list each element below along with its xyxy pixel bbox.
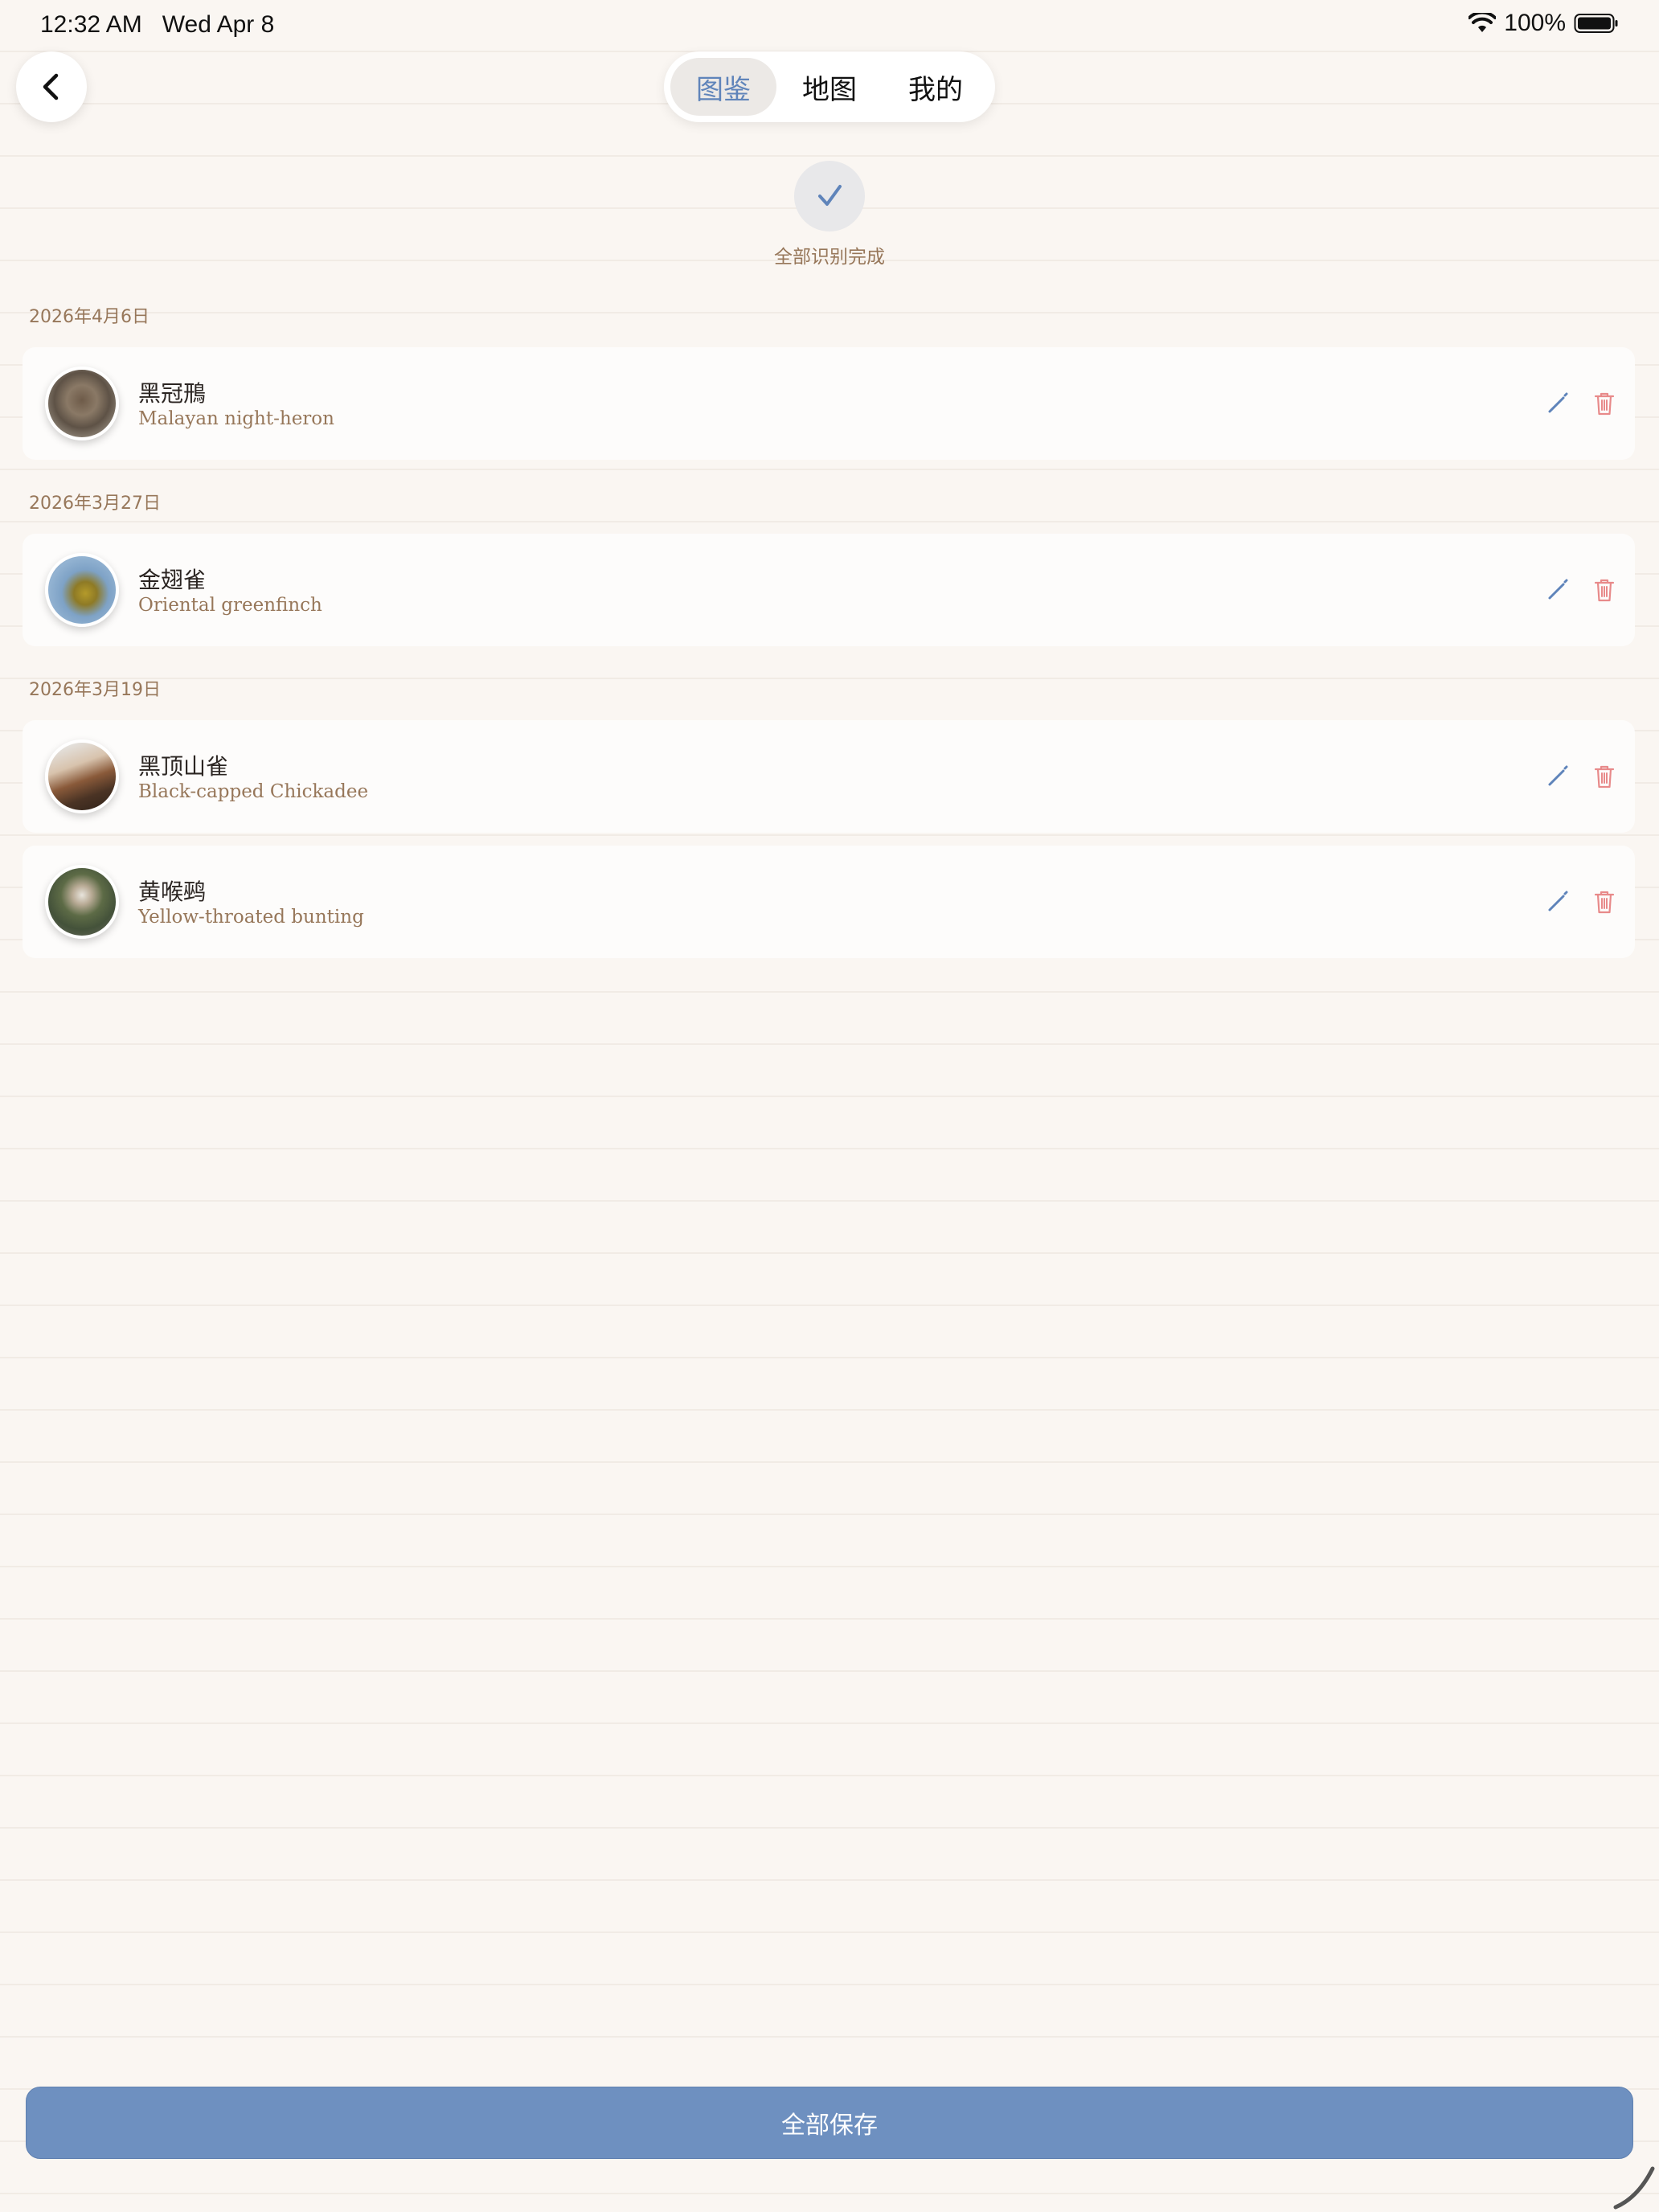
bird-name-en: Oriental greenfinch [138,595,322,616]
date-header: 2026年3月19日 [29,680,161,700]
completion-text: 全部识别完成 [774,247,885,268]
date-header: 2026年3月27日 [29,494,161,514]
bird-name-en: Yellow-throated bunting [138,907,364,928]
checkmark-icon [818,185,842,206]
edit-button[interactable] [1542,760,1574,793]
bird-name-en: Malayan night-heron [138,408,334,429]
battery-icon [1574,14,1618,33]
bird-name-cn: 黑顶山雀 [138,753,229,780]
bird-photo-avatar [45,367,119,440]
trash-icon [1594,392,1615,416]
bird-card[interactable]: 黄喉鹀 Yellow-throated bunting [23,846,1635,958]
bird-name-cn: 金翅雀 [138,567,207,593]
tab-mine[interactable]: 我的 [883,58,989,116]
tab-bar: 图鉴 地图 我的 [664,51,995,122]
delete-button[interactable] [1588,387,1620,420]
tab-guide[interactable]: 图鉴 [670,58,776,116]
status-time: 12:32 AM Wed Apr 8 [40,11,274,39]
back-button[interactable] [16,51,87,122]
status-bar: 12:32 AM Wed Apr 8 100% [0,0,1659,51]
edit-button[interactable] [1542,886,1574,918]
trash-icon [1594,891,1615,914]
bird-photo-avatar [45,739,119,813]
bird-name-cn: 黄喉鹀 [138,879,207,905]
bird-photo-avatar [45,865,119,939]
pencil-stroke-icon [1613,2166,1655,2210]
delete-button[interactable] [1588,574,1620,606]
edit-button[interactable] [1542,387,1574,420]
tab-map[interactable]: 地图 [776,58,883,116]
pencil-icon [1548,891,1568,911]
save-all-button[interactable]: 全部保存 [26,2087,1633,2159]
wifi-icon [1469,13,1497,32]
delete-button[interactable] [1588,886,1620,918]
delete-button[interactable] [1588,760,1620,793]
pencil-icon [1548,579,1568,600]
bird-card[interactable]: 黑顶山雀 Black-capped Chickadee [23,720,1635,833]
date-header: 2026年4月6日 [29,307,150,327]
bird-name-cn: 黑冠鳽 [138,380,207,407]
bird-photo-avatar [45,553,119,627]
trash-icon [1594,765,1615,789]
edit-button[interactable] [1542,574,1574,606]
status-time-text: 12:32 AM [40,11,142,38]
trash-icon [1594,579,1615,602]
status-right: 100% [1469,10,1619,37]
chevron-left-icon [43,73,59,100]
bird-card[interactable]: 黑冠鳽 Malayan night-heron [23,347,1635,460]
completion-badge [794,161,865,231]
pencil-icon [1548,392,1568,413]
bird-card[interactable]: 金翅雀 Oriental greenfinch [23,534,1635,646]
status-date-text: Wed Apr 8 [162,11,275,38]
battery-percentage: 100% [1504,10,1566,36]
bird-name-en: Black-capped Chickadee [138,781,369,802]
pencil-icon [1548,765,1568,786]
